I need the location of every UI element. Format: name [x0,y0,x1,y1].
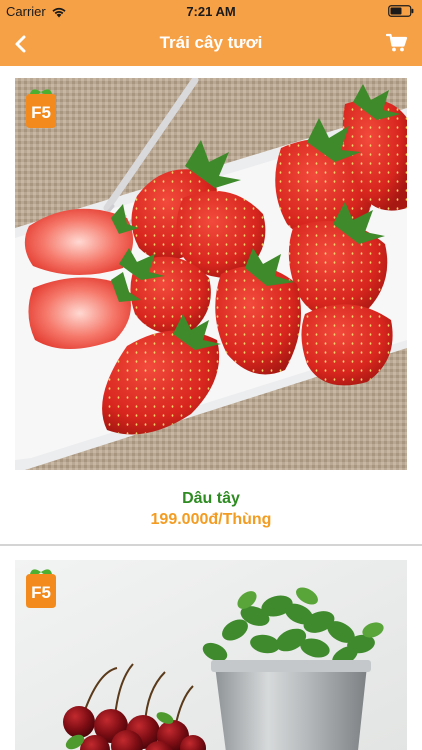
status-time: 7:21 AM [186,4,236,19]
app-screen: Carrier 7:21 AM Trái cây tươi F5 Dâu tây… [0,0,422,750]
brand-logo: F5 [26,89,56,128]
brand-logo: F5 [26,569,56,608]
brand-logo-text: F5 [31,103,51,122]
header: Carrier 7:21 AM Trái cây tươi [0,0,422,66]
cart-button[interactable] [384,30,410,56]
nav-bar: Trái cây tươi [0,22,422,66]
product-card[interactable]: F5 [0,546,422,750]
chevron-left-icon [15,35,26,53]
page-title: Trái cây tươi [159,33,263,52]
back-button[interactable] [4,28,36,60]
product-name[interactable]: Dâu tây [0,490,422,508]
cart-icon [386,33,408,52]
brand-logo-text: F5 [31,583,51,602]
battery-icon [388,5,414,17]
status-bar: Carrier 7:21 AM [0,0,422,22]
product-list[interactable]: F5 Dâu tây 199.000đ/Thùng F5 [0,66,422,750]
product-image[interactable] [15,78,407,470]
product-card[interactable]: F5 Dâu tây 199.000đ/Thùng [0,66,422,546]
product-price: 199.000đ/Thùng [150,511,272,528]
product-image[interactable] [15,560,407,750]
